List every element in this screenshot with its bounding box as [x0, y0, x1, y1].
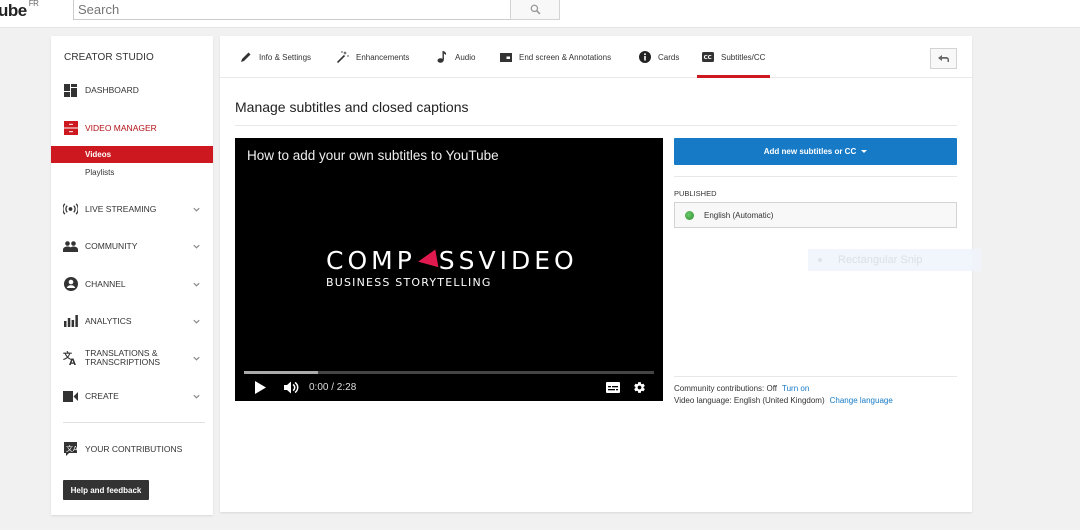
sidebar-item-label: TRANSLATIONS & TRANSCRIPTIONS [85, 348, 161, 367]
tab-cards[interactable]: Cards [639, 36, 679, 78]
svg-text:CC: CC [704, 55, 712, 61]
chevron-down-icon[interactable] [192, 280, 201, 289]
contributions-icon: 文A [63, 441, 78, 457]
subtitles-button[interactable] [606, 379, 620, 395]
video-edit-tabs: Info & Settings Enhancements Audio End s… [220, 36, 972, 78]
sidebar-item-label: CHANNEL [85, 278, 126, 289]
chevron-down-icon[interactable] [192, 205, 201, 214]
search-input[interactable] [73, 0, 511, 20]
sidebar-item-create[interactable]: CREATE [51, 384, 213, 408]
sidebar-item-video-manager[interactable]: VIDEO MANAGER [51, 116, 213, 140]
chevron-down-icon[interactable] [192, 317, 201, 326]
music-note-icon [436, 51, 448, 63]
analytics-icon [63, 314, 78, 329]
sidebar-item-label: CREATE [85, 390, 119, 401]
sidebar-subitem-playlists[interactable]: Playlists [51, 164, 213, 181]
video-progress-bar[interactable] [244, 371, 654, 374]
video-title[interactable]: How to add your own subtitles to YouTube [247, 148, 499, 163]
sidebar-item-label: LIVE STREAMING [85, 203, 157, 214]
create-camera-icon [63, 389, 78, 404]
top-bar: ube FR [0, 0, 1080, 28]
creator-studio-sidebar: CREATOR STUDIO DASHBOARD VIDEO MANAGER V… [51, 36, 213, 515]
panel-divider [674, 376, 957, 377]
sidebar-item-label: COMMUNITY [85, 240, 138, 251]
sidebar-title: CREATOR STUDIO [64, 52, 154, 63]
search-button[interactable] [510, 0, 560, 20]
reply-arrow-icon [938, 54, 949, 62]
play-button[interactable] [255, 379, 266, 395]
cc-icon: CC [702, 51, 714, 63]
sidebar-item-label: ANALYTICS [85, 315, 132, 326]
sidebar-item-community[interactable]: COMMUNITY [51, 234, 213, 258]
community-contributions-line: Community contributions: Off Turn on [674, 384, 810, 393]
compass-arrow-icon [416, 249, 439, 271]
channel-icon [63, 277, 78, 292]
subtitles-icon [606, 381, 620, 393]
tab-audio[interactable]: Audio [436, 36, 475, 78]
live-streaming-icon [63, 202, 78, 217]
help-and-feedback-button[interactable]: Help and feedback [63, 480, 149, 500]
youtube-logo[interactable]: ube FR [0, 0, 39, 21]
settings-button[interactable] [633, 379, 646, 395]
play-icon [255, 380, 266, 394]
title-divider [235, 125, 957, 126]
tab-info-settings[interactable]: Info & Settings [240, 36, 311, 78]
video-buffered-fill [244, 371, 318, 374]
sidebar-item-label: DASHBOARD [85, 84, 139, 95]
sidebar-item-analytics[interactable]: ANALYTICS [51, 309, 213, 333]
video-player[interactable]: How to add your own subtitles to YouTube… [235, 138, 663, 401]
community-icon [63, 239, 78, 254]
info-icon [639, 51, 651, 63]
tab-subtitles-cc[interactable]: CC Subtitles/CC [696, 36, 771, 78]
magic-wand-icon [337, 51, 349, 63]
sidebar-item-label: YOUR CONTRIBUTIONS [85, 443, 183, 454]
volume-button[interactable] [284, 379, 299, 395]
video-time-display: 0:00 / 2:28 [309, 381, 357, 393]
page-title: Manage subtitles and closed captions [235, 99, 469, 115]
tab-end-screen-annotations[interactable]: End screen & Annotations [500, 36, 611, 78]
add-new-subtitles-button[interactable]: Add new subtitles or CC [674, 138, 957, 165]
pencil-icon [240, 51, 252, 63]
rectangular-snip-overlay: Rectangular Snip [808, 249, 981, 271]
panel-divider [674, 176, 957, 177]
sidebar-item-live-streaming[interactable]: LIVE STREAMING [51, 197, 213, 221]
chevron-down-icon[interactable] [192, 242, 201, 251]
dropdown-caret-icon [861, 150, 868, 153]
tab-enhancements[interactable]: Enhancements [337, 36, 409, 78]
sidebar-item-label: VIDEO MANAGER [85, 122, 157, 133]
sidebar-item-dashboard[interactable]: DASHBOARD [51, 78, 213, 102]
published-status-dot-icon [685, 210, 694, 220]
published-heading: PUBLISHED [674, 189, 717, 198]
volume-icon [284, 381, 299, 393]
compass-video-logo: COMP SSVIDEO BUSINESS STORYTELLING [326, 246, 578, 290]
main-panel: Info & Settings Enhancements Audio End s… [220, 36, 981, 512]
published-track-english[interactable]: English (Automatic) [674, 202, 957, 228]
sidebar-item-translations[interactable]: 文A TRANSLATIONS & TRANSCRIPTIONS [51, 346, 213, 370]
search-icon [530, 4, 540, 14]
end-screen-icon [500, 51, 512, 63]
change-language-link[interactable]: Change language [830, 396, 893, 405]
sidebar-divider [63, 422, 205, 423]
video-manager-icon [63, 121, 78, 136]
region-label: FR [28, 0, 39, 9]
video-language-line: Video language: English (United Kingdom)… [674, 396, 893, 405]
chevron-down-icon[interactable] [192, 354, 201, 363]
translate-icon: 文A [63, 351, 78, 366]
sidebar-item-channel[interactable]: CHANNEL [51, 272, 213, 296]
svg-text:文A: 文A [66, 444, 77, 453]
back-button[interactable] [930, 48, 957, 69]
svg-text:A: A [69, 358, 76, 365]
chevron-down-icon[interactable] [192, 392, 201, 401]
turn-on-link[interactable]: Turn on [782, 384, 809, 393]
sidebar-subitem-videos[interactable]: Videos [51, 146, 213, 163]
dashboard-icon [63, 83, 78, 98]
gear-icon [634, 381, 645, 393]
sidebar-item-your-contributions[interactable]: 文A YOUR CONTRIBUTIONS [51, 437, 213, 461]
snip-dot-icon [818, 258, 822, 262]
